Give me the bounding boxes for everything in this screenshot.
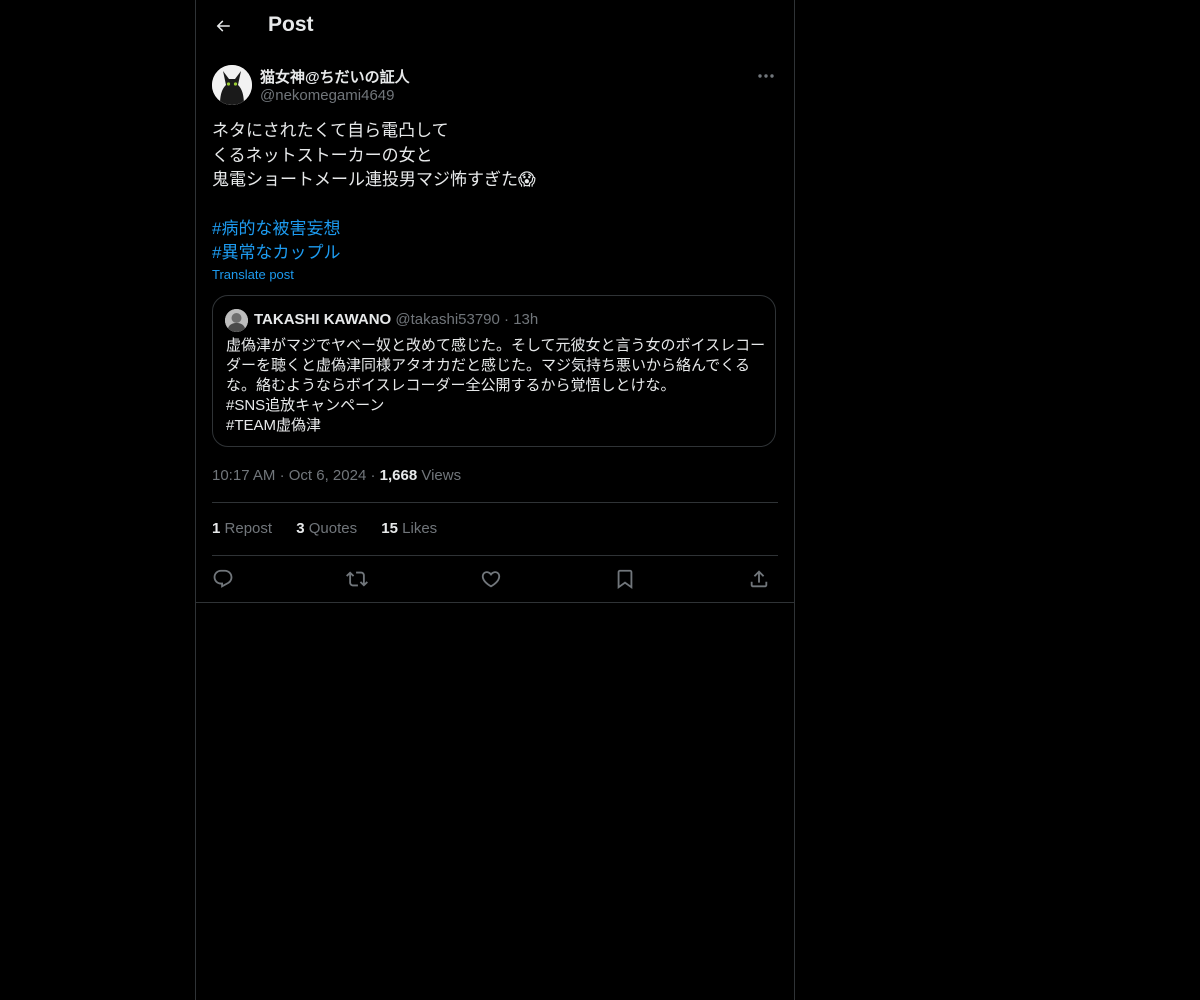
more-button[interactable] — [754, 66, 778, 86]
repost-icon — [346, 568, 368, 590]
likes-count: 15 — [381, 520, 398, 537]
author-name[interactable]: 猫女神@ちだいの証人 — [260, 66, 410, 87]
likes-label: Likes — [402, 520, 438, 537]
quoted-header: TAKASHI KAWANO @takashi53790 · 13h — [254, 311, 538, 328]
post-meta: 10:17 AM · Oct 6, 2024 · 1,668 Views — [212, 467, 461, 484]
reposts-stat[interactable]: 1 Repost — [212, 520, 272, 537]
more-horizontal-icon — [758, 74, 774, 78]
post-author: 猫女神@ちだいの証人 @nekomegami4649 — [212, 64, 778, 108]
quoted-text-line: #TEAM虚偽津 — [226, 417, 322, 434]
back-button[interactable] — [210, 12, 236, 40]
views-count: 1,668 — [379, 467, 418, 484]
share-button[interactable] — [746, 566, 772, 592]
quoted-time: 13h — [513, 311, 539, 328]
main-column: Post 猫女神@ちだいの証人 @nekomegami4649 ネタにされたくて… — [195, 0, 795, 1000]
hashtag-link[interactable]: #異常なカップル — [212, 241, 778, 266]
post-date[interactable]: Oct 6, 2024 — [289, 467, 367, 484]
arrow-left-icon — [214, 17, 232, 35]
separator-dot: · — [370, 467, 376, 484]
reposts-label: Repost — [224, 520, 273, 537]
author-handle[interactable]: @nekomegami4649 — [260, 87, 394, 104]
quoted-text-line: 虚偽津がマジでヤベー奴と改めて感じた。そして元彼女と言う女のボイスレコー — [226, 337, 766, 354]
quoted-author-name: TAKASHI KAWANO — [254, 311, 392, 328]
post-time[interactable]: 10:17 AM — [212, 467, 275, 484]
separator-dot: · — [504, 311, 510, 328]
bookmark-button[interactable] — [612, 566, 638, 592]
avatar[interactable] — [212, 65, 252, 105]
post-text-spacer — [212, 193, 778, 217]
post-text-line: ネタにされたくて自ら電凸して — [212, 121, 449, 140]
post-text-line: くるネットストーカーの女と — [212, 145, 433, 165]
like-button[interactable] — [478, 566, 504, 592]
hashtag-link[interactable]: #病的な被害妄想 — [212, 217, 778, 242]
reply-icon — [212, 568, 234, 590]
divider — [212, 555, 778, 556]
header: Post — [196, 0, 794, 54]
quoted-text-line: ダーを聴くと虚偽津同様アタオカだと感じた。マジ気持ち悪いから絡んでくる — [226, 357, 750, 374]
reposts-count: 1 — [212, 520, 221, 537]
quoted-post[interactable]: TAKASHI KAWANO @takashi53790 · 13h 虚偽津がマ… — [212, 295, 776, 447]
separator-dot: · — [279, 467, 285, 484]
quotes-label: Quotes — [308, 520, 358, 537]
divider — [212, 502, 778, 503]
action-bar — [212, 566, 778, 592]
quoted-text-line: な。絡むようならボイスレコーダー全公開するから覚悟しとけな。 — [226, 377, 676, 394]
divider — [196, 602, 794, 603]
quoted-avatar — [225, 309, 248, 332]
page-title: Post — [268, 13, 314, 36]
post-text: ネタにされたくて自ら電凸して くるネットストーカーの女と 鬼電ショートメール連投… — [212, 119, 778, 266]
quotes-stat[interactable]: 3 Quotes — [296, 520, 357, 537]
reply-button[interactable] — [210, 566, 236, 592]
views-label: Views — [421, 467, 462, 484]
bookmark-icon — [614, 568, 636, 590]
quoted-text-line: #SNS追放キャンペーン — [226, 397, 385, 414]
post-text-line: 鬼電ショートメール連投男マジ怖すぎた😱 — [212, 170, 536, 189]
quotes-count: 3 — [296, 520, 305, 537]
post-stats: 1 Repost 3 Quotes 15 Likes — [212, 520, 457, 537]
heart-icon — [480, 568, 502, 590]
likes-stat[interactable]: 15 Likes — [381, 520, 437, 537]
quoted-text: 虚偽津がマジでヤベー奴と改めて感じた。そして元彼女と言う女のボイスレコー ダーを… — [226, 336, 766, 436]
share-icon — [748, 568, 770, 590]
quoted-author-handle: @takashi53790 — [395, 311, 500, 328]
translate-post-link[interactable]: Translate post — [212, 267, 294, 282]
repost-button[interactable] — [344, 566, 370, 592]
